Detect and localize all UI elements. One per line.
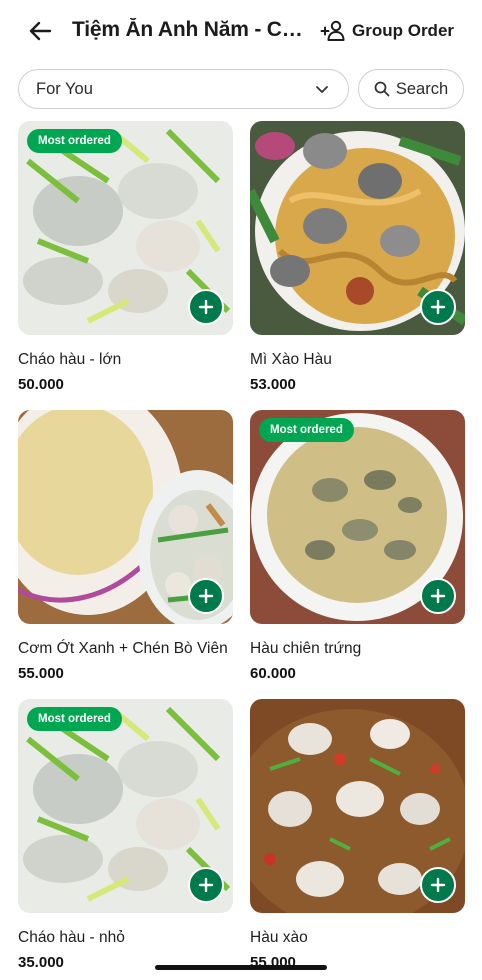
plus-icon [198, 299, 214, 315]
item-name: Cháo hàu - lớn [18, 351, 122, 368]
item-name: Cơm Ớt Xanh + Chén Bò Viên [18, 640, 228, 657]
item-price: 50.000 [18, 376, 64, 393]
dish-image [18, 410, 233, 624]
menu-grid: Most ordered Cháo hàu - lớn 50.000 Mì Xà… [0, 0, 482, 980]
menu-item-hau-chien-trung[interactable]: Most ordered Hàu chiên trứng 60.000 [250, 410, 465, 682]
add-to-cart-button[interactable] [188, 867, 224, 903]
item-price: 60.000 [250, 665, 296, 682]
item-price: 53.000 [250, 376, 296, 393]
menu-item-chao-hau-nho[interactable]: Most ordered Cháo hàu - nhỏ 35.000 [18, 699, 233, 971]
menu-item-com-ot-xanh[interactable]: Cơm Ớt Xanh + Chén Bò Viên 55.000 [18, 410, 233, 682]
plus-icon [430, 588, 446, 604]
menu-item-chao-hau-lon[interactable]: Most ordered Cháo hàu - lớn 50.000 [18, 121, 233, 393]
most-ordered-badge: Most ordered [27, 129, 122, 153]
most-ordered-badge: Most ordered [27, 707, 122, 731]
dish-image: Most ordered [250, 410, 465, 624]
dish-image: Most ordered [18, 699, 233, 913]
plus-icon [430, 299, 446, 315]
dish-image: Most ordered [18, 121, 233, 335]
add-to-cart-button[interactable] [420, 867, 456, 903]
add-to-cart-button[interactable] [188, 289, 224, 325]
add-to-cart-button[interactable] [420, 578, 456, 614]
menu-item-mi-xao-hau[interactable]: Mì Xào Hàu 53.000 [250, 121, 465, 393]
most-ordered-badge: Most ordered [259, 418, 354, 442]
add-to-cart-button[interactable] [420, 289, 456, 325]
item-name: Cháo hàu - nhỏ [18, 929, 125, 946]
menu-item-hau-xao[interactable]: Hàu xào 55.000 [250, 699, 465, 971]
home-indicator[interactable] [155, 965, 327, 970]
item-name: Hàu chiên trứng [250, 640, 362, 657]
item-price: 55.000 [18, 665, 64, 682]
item-name: Hàu xào [250, 929, 308, 946]
dish-image [250, 699, 465, 913]
add-to-cart-button[interactable] [188, 578, 224, 614]
plus-icon [430, 877, 446, 893]
plus-icon [198, 588, 214, 604]
item-name: Mì Xào Hàu [250, 351, 332, 368]
plus-icon [198, 877, 214, 893]
dish-image [250, 121, 465, 335]
